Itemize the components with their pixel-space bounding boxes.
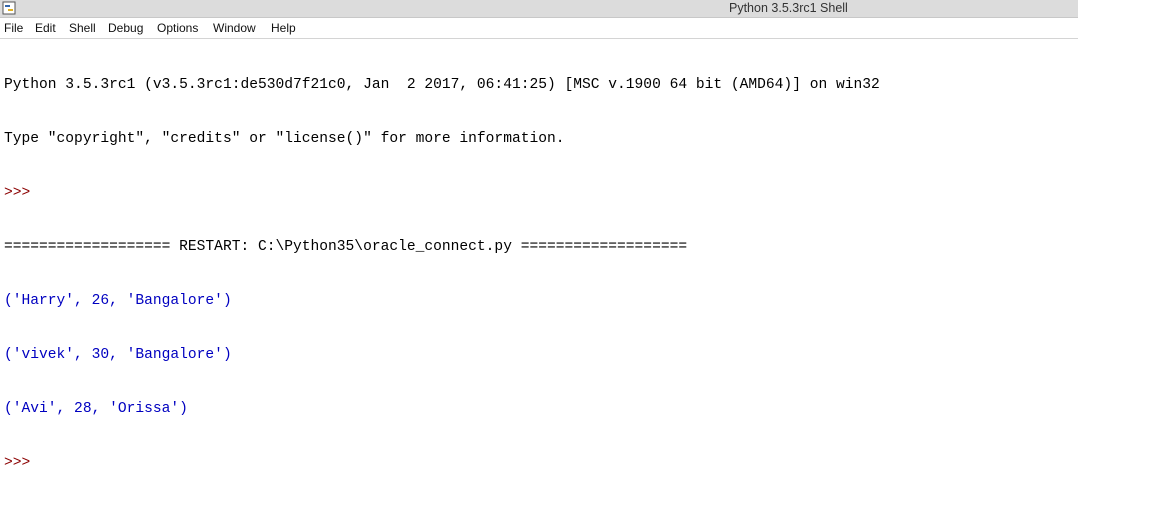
menu-bar: File Edit Shell Debug Options Window Hel…: [0, 18, 1078, 39]
output-line: ('vivek', 30, 'Bangalore'): [4, 347, 232, 363]
python-idle-icon[interactable]: [2, 1, 16, 15]
output-line: ('Avi', 28, 'Orissa'): [4, 401, 188, 417]
output-line: ('Harry', 26, 'Bangalore'): [4, 293, 232, 309]
menu-help[interactable]: Help: [271, 18, 296, 38]
banner-info-line: Type "copyright", "credits" or "license(…: [4, 131, 565, 147]
menu-window[interactable]: Window: [213, 18, 256, 38]
banner-line: Python 3.5.3rc1 (v3.5.3rc1:de530d7f21c0,…: [4, 77, 880, 93]
shell-prompt-current[interactable]: >>>: [4, 454, 1074, 472]
menu-shell[interactable]: Shell: [69, 18, 96, 38]
background-area: [1078, 0, 1156, 270]
title-bar[interactable]: Python 3.5.3rc1 Shell: [0, 0, 1078, 18]
menu-options[interactable]: Options: [157, 18, 198, 38]
shell-prompt: >>>: [4, 185, 40, 201]
window-title: Python 3.5.3rc1 Shell: [729, 1, 848, 15]
menu-file[interactable]: File: [4, 18, 23, 38]
idle-shell-window: Python 3.5.3rc1 Shell File Edit Shell De…: [0, 0, 1078, 471]
restart-line: =================== RESTART: C:\Python35…: [4, 239, 688, 255]
menu-debug[interactable]: Debug: [108, 18, 143, 38]
shell-text-area[interactable]: Python 3.5.3rc1 (v3.5.3rc1:de530d7f21c0,…: [4, 40, 1074, 471]
menu-edit[interactable]: Edit: [35, 18, 56, 38]
